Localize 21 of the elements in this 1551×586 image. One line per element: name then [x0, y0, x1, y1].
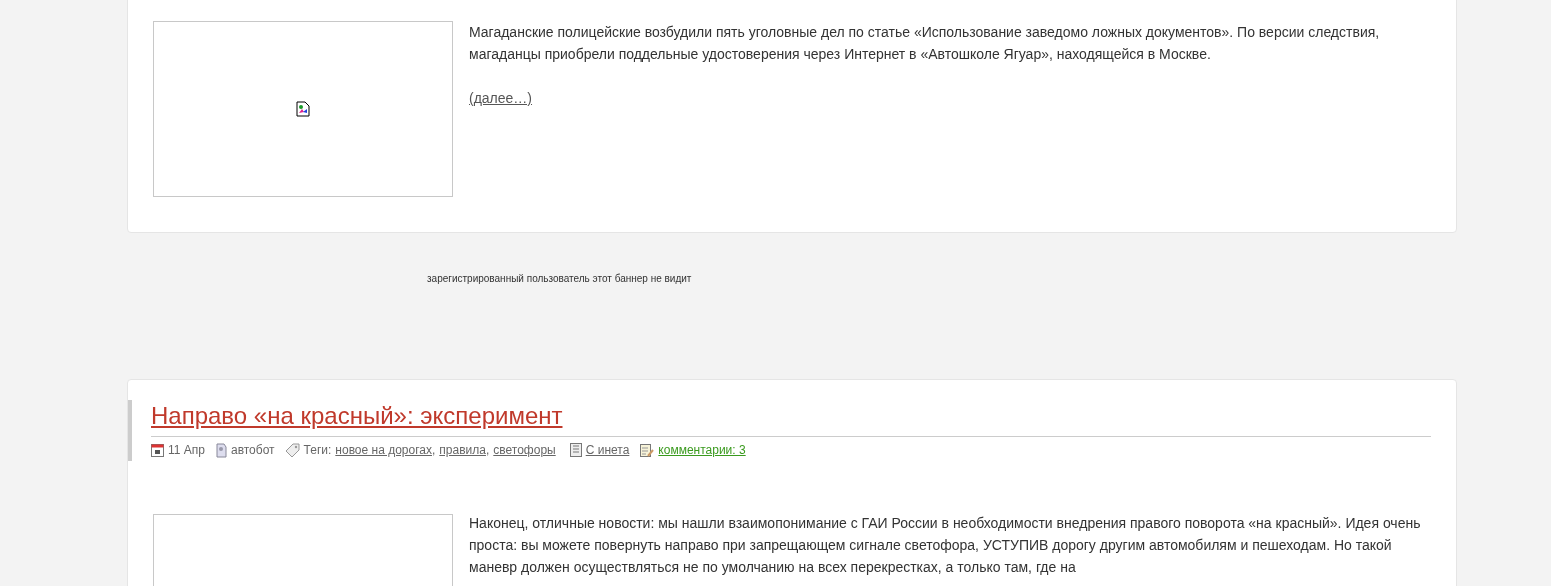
tag-link[interactable]: правила — [439, 441, 486, 459]
category-link[interactable]: С инета — [585, 441, 630, 459]
post-excerpt: Наконец, отличные новости: мы нашли взаимопонимание с ГАИ России в необходимости внедрения правого поворота «на красный». Идея очень проста: вы можете повернуть направо при запрещающем сигнале светофора, УСТУПИВ дорогу другим автомобилям и пешеходам. Но такой маневр должен осуществляться не по умолчанию на всех перекрестках, а только там, где на — [469, 514, 1422, 577]
calendar-icon — [151, 443, 164, 457]
comments-link[interactable]: комментарии: 3 — [658, 441, 746, 459]
tags-label: Теги: — [303, 442, 332, 459]
tag-separator: , — [432, 442, 436, 459]
post-title[interactable]: Направо «на красный»: эксперимент — [151, 400, 1431, 432]
tag-separator: , — [485, 442, 490, 459]
document-icon — [569, 443, 582, 457]
tag-link[interactable]: светофоры — [493, 441, 556, 459]
notepad-icon — [639, 442, 655, 458]
read-more-link[interactable]: (далее…) — [469, 87, 533, 109]
user-icon — [214, 442, 227, 458]
tag-link[interactable]: новое на дорогах — [335, 441, 432, 459]
broken-image-icon — [296, 101, 310, 117]
post-author: автобот — [230, 442, 275, 459]
post-excerpt: Магаданские полицейские возбудили пять уголовные дел по статье «Использование заведомо ложных документов». По версии следствия, магаданцы приобрели поддельные удостоверения через Интернет в «Автошколе Ягуар», находящейся в Москве. — [469, 23, 1381, 64]
tag-icon — [284, 442, 300, 458]
banner-notice: зарегистрированный пользователь этот баннер не видит — [427, 273, 692, 284]
post-date: 11 Апр — [168, 442, 205, 459]
